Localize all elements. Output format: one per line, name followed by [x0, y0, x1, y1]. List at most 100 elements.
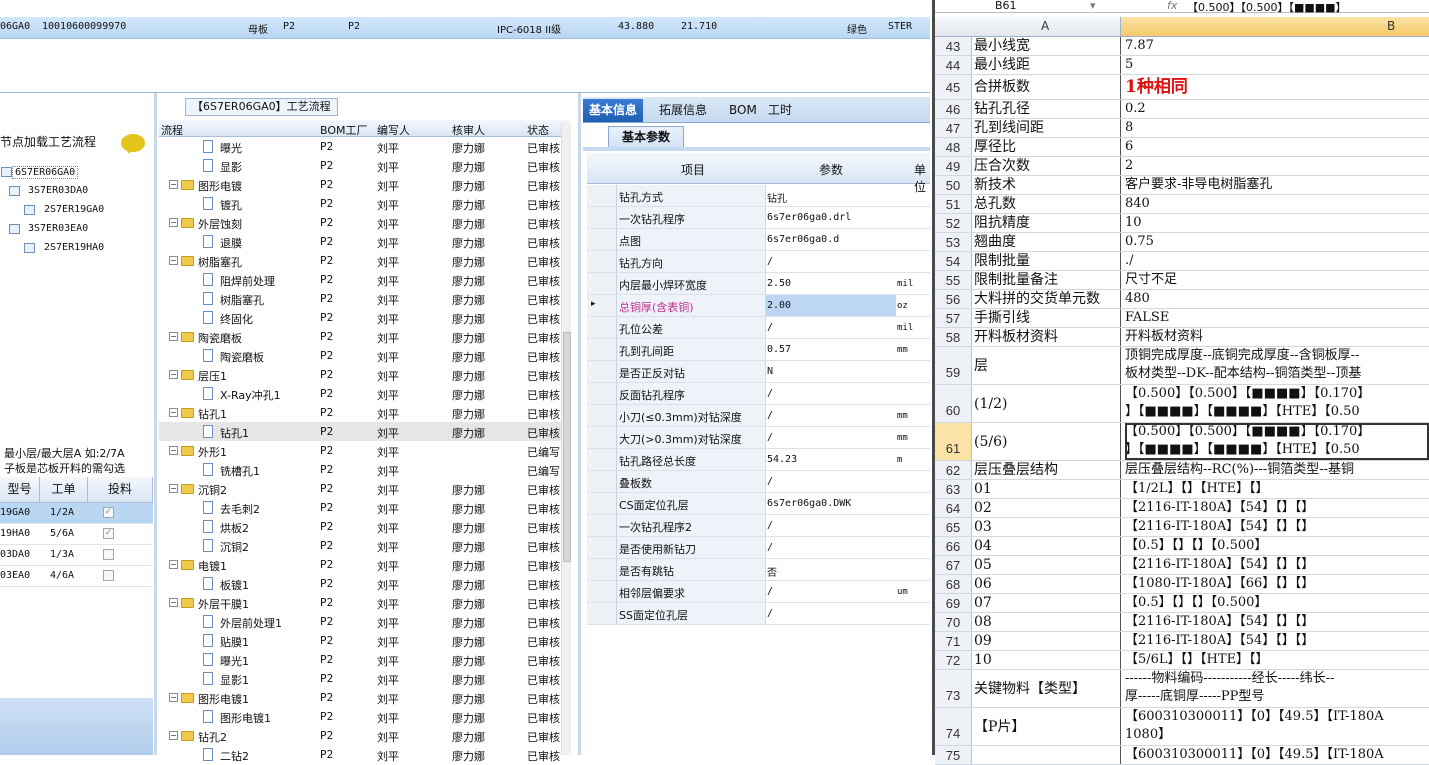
order-table-header[interactable]: 型号 — [0, 477, 40, 503]
cell-a[interactable]: 总孔数 — [974, 195, 1121, 213]
param-row[interactable]: 大刀(>0.3mm)对钻深度 / mm — [587, 427, 930, 449]
row-number[interactable]: 53 — [935, 233, 972, 251]
row-header[interactable] — [587, 383, 617, 404]
param-value[interactable]: 54.23 — [767, 454, 797, 465]
process-row[interactable]: − 沉铜2 P2 刘平 廖力娜 已审核 — [159, 479, 570, 498]
param-value[interactable]: / — [767, 586, 773, 597]
process-row[interactable]: 树脂塞孔 P2 刘平 廖力娜 已审核 — [159, 289, 570, 308]
row-number[interactable]: 73 — [935, 670, 972, 707]
cell-b[interactable]: 开料板材资料 — [1125, 328, 1429, 346]
sheet-row[interactable]: 66 04 【0.5】【】【】【0.500】 — [935, 537, 1429, 556]
sheet-row[interactable]: 54 限制批量 ./ — [935, 252, 1429, 271]
cell-a[interactable]: 最小线距 — [974, 56, 1121, 74]
col-item[interactable]: 项目 — [681, 161, 705, 178]
cell-a[interactable]: 新技术 — [974, 176, 1121, 194]
process-row[interactable]: − 层压1 P2 刘平 廖力娜 已审核 — [159, 365, 570, 384]
cell-b[interactable]: 【2116-IT-180A】【54】【】【】 — [1125, 632, 1429, 650]
tab-bom[interactable]: BOM — [723, 99, 763, 122]
cell-a[interactable]: 限制批量备注 — [974, 271, 1121, 289]
cell-a[interactable]: 01 — [974, 480, 1121, 498]
row-number[interactable]: 67 — [935, 556, 972, 574]
cell-b[interactable]: 【0.500】【0.500】【■■■■】【0.170】 】【■■■■】【■■■■】… — [1125, 423, 1429, 460]
process-row[interactable]: − 外层干膜1 P2 刘平 廖力娜 已审核 — [159, 593, 570, 612]
process-row[interactable]: − 图形电镀1 P2 刘平 廖力娜 已审核 — [159, 688, 570, 707]
cell-a[interactable]: 翘曲度 — [974, 233, 1121, 251]
param-value[interactable]: / — [767, 476, 773, 487]
param-value[interactable]: / — [767, 410, 773, 421]
cell-b[interactable]: FALSE — [1125, 309, 1429, 327]
cell-b[interactable]: 【0.5】【】【】【0.500】 — [1125, 537, 1429, 555]
cell-b[interactable]: 6 — [1125, 138, 1429, 156]
expand-toggle-icon[interactable]: − — [169, 180, 178, 189]
expand-toggle-icon[interactable]: − — [169, 408, 178, 417]
cell-b[interactable]: ------物料编码-----------经长-----纬长-- 厚-----底铜… — [1125, 670, 1429, 707]
subtab-basic-params[interactable]: 基本参数 — [608, 126, 684, 148]
sheet-row[interactable]: 48 厚径比 6 — [935, 138, 1429, 157]
row-number[interactable]: 56 — [935, 290, 972, 308]
process-row[interactable]: 外层前处理1 P2 刘平 廖力娜 已审核 — [159, 612, 570, 631]
param-row[interactable]: 叠板数 / — [587, 471, 930, 493]
name-box[interactable]: B61 — [995, 0, 1017, 12]
row-number[interactable]: 50 — [935, 176, 972, 194]
sheet-row[interactable]: 47 孔到线间距 8 — [935, 119, 1429, 138]
order-table-row[interactable]: 03EA0 4/6A — [0, 566, 153, 587]
param-row[interactable]: 钻孔方式 钻孔 — [587, 185, 930, 207]
process-row[interactable]: 曝光 P2 刘平 廖力娜 已审核 — [159, 137, 570, 156]
column-a-label[interactable]: A — [1041, 19, 1049, 33]
col-reviewer[interactable]: 核审人 — [452, 122, 485, 138]
process-row[interactable]: − 钻孔2 P2 刘平 廖力娜 已审核 — [159, 726, 570, 745]
cell-a[interactable]: 孔到线间距 — [974, 119, 1121, 137]
sheet-row[interactable]: 45 合拼板数 1种相同 — [935, 75, 1429, 100]
col-bom[interactable]: BOM工厂 — [320, 122, 368, 138]
row-header[interactable] — [587, 449, 617, 470]
row-header[interactable] — [587, 317, 617, 338]
row-number[interactable]: 51 — [935, 195, 972, 213]
row-header[interactable] — [587, 229, 617, 250]
param-value[interactable]: / — [767, 388, 773, 399]
sheet-row[interactable]: 43 最小线宽 7.87 — [935, 37, 1429, 56]
cell-b[interactable]: 【2116-IT-180A】【54】【】【】 — [1125, 499, 1429, 517]
cell-b[interactable]: 【600310300011】【0】【49.5】【IT-180A — [1125, 746, 1429, 764]
row-number[interactable]: 66 — [935, 537, 972, 555]
order-grid-row[interactable]: 06GA0 10010600099970 母板 P2 P2 IPC-6018 I… — [0, 17, 930, 39]
param-value[interactable]: 2.00 — [767, 300, 791, 311]
process-row[interactable]: X-Ray冲孔1 P2 刘平 廖力娜 已审核 — [159, 384, 570, 403]
param-row[interactable]: 是否有跳钻 否 — [587, 559, 930, 581]
row-number[interactable]: 52 — [935, 214, 972, 232]
row-header[interactable] — [587, 559, 617, 580]
cell-b[interactable]: 480 — [1125, 290, 1429, 308]
cell-a[interactable]: 02 — [974, 499, 1121, 517]
cell-b[interactable]: 层压叠层结构--RC(%)---铜箔类型--基铜 — [1125, 461, 1429, 479]
order-table-header[interactable]: 工单 — [40, 477, 88, 503]
cell-a[interactable]: 07 — [974, 594, 1121, 612]
tree-node[interactable]: 6S7ER06GA0 — [12, 166, 79, 179]
expand-toggle-icon[interactable]: − — [169, 598, 178, 607]
col-status[interactable]: 状态 — [527, 122, 549, 138]
param-row[interactable]: 孔到孔间距 0.57 mm — [587, 339, 930, 361]
process-row[interactable]: 镀孔 P2 刘平 廖力娜 已审核 — [159, 194, 570, 213]
tree-node[interactable]: 2S7ER19HA0 — [44, 242, 104, 253]
process-row[interactable]: − 陶瓷磨板 P2 刘平 廖力娜 已审核 — [159, 327, 570, 346]
tab-extended-info[interactable]: 拓展信息 — [653, 99, 713, 122]
cell-a[interactable]: 阻抗精度 — [974, 214, 1121, 232]
cell-b[interactable]: 【2116-IT-180A】【54】【】【】 — [1125, 556, 1429, 574]
row-number[interactable]: 58 — [935, 328, 972, 346]
chat-bubble-icon[interactable] — [121, 134, 145, 154]
cell-a[interactable]: 手撕引线 — [974, 309, 1121, 327]
cell-b[interactable]: 1种相同 — [1125, 75, 1429, 99]
process-row[interactable]: 终固化 P2 刘平 廖力娜 已审核 — [159, 308, 570, 327]
sheet-row[interactable]: 65 03 【2116-IT-180A】【54】【】【】 — [935, 518, 1429, 537]
sheet-row[interactable]: 62 层压叠层结构 层压叠层结构--RC(%)---铜箔类型--基铜 — [935, 461, 1429, 480]
order-table-row[interactable]: 03DA0 1/3A — [0, 545, 153, 566]
param-row[interactable]: ▸ 总铜厚(含表铜) 2.00 oz — [587, 295, 930, 317]
param-value[interactable]: 6s7er06ga0.drl — [767, 212, 851, 223]
row-header[interactable] — [587, 537, 617, 558]
param-value[interactable]: / — [767, 256, 773, 267]
cell-b[interactable]: 【2116-IT-180A】【54】【】【】 — [1125, 518, 1429, 536]
order-table-header[interactable]: 投料 — [88, 477, 153, 503]
sheet-row[interactable]: 71 09 【2116-IT-180A】【54】【】【】 — [935, 632, 1429, 651]
cell-a[interactable]: 限制批量 — [974, 252, 1121, 270]
row-number[interactable]: 65 — [935, 518, 972, 536]
formula-input[interactable]: 【0.500】【0.500】【■■■■】 — [1187, 0, 1347, 15]
row-number[interactable]: 54 — [935, 252, 972, 270]
